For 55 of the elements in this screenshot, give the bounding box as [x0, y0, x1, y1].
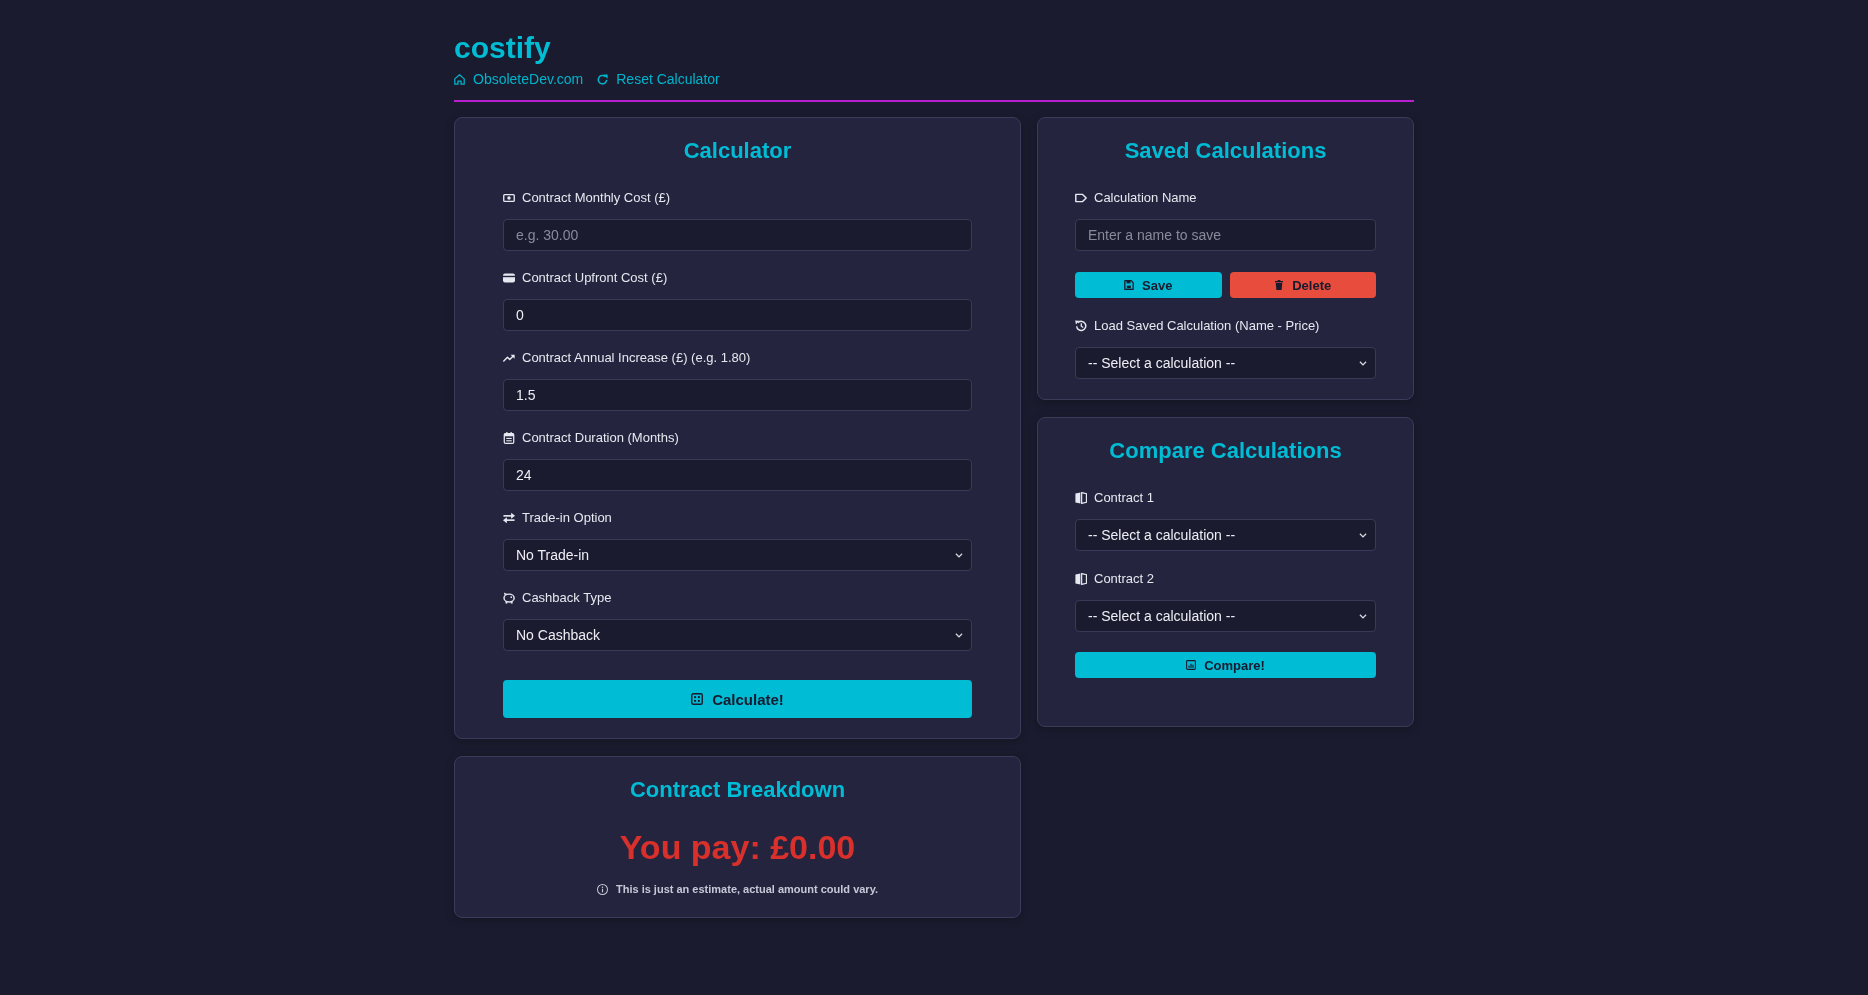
refresh-icon [597, 73, 609, 85]
field-label: Contract Upfront Cost (£) [522, 269, 668, 287]
number-input[interactable]: 0 [503, 299, 972, 331]
swap-arrows-icon [503, 512, 515, 524]
calculator-icon [691, 693, 704, 705]
field-label: Contract 1 [1094, 489, 1154, 507]
field-label: Contract Monthly Cost (£) [522, 189, 671, 207]
dropdown[interactable]: -- Select a calculation -- [1075, 347, 1376, 379]
save-button[interactable]: Save [1075, 272, 1222, 298]
chevron-down-icon [1359, 532, 1367, 538]
chevron-down-icon [1359, 360, 1367, 366]
total-amount: You pay: £0.00 [618, 827, 857, 867]
history-icon [1075, 320, 1087, 332]
reset-link[interactable]: Reset Calculator [597, 69, 720, 89]
number-input[interactable]: 1.5 [503, 379, 972, 411]
field-label: Load Saved Calculation (Name - Price) [1094, 317, 1320, 335]
calculate-button[interactable]: Calculate! [503, 680, 972, 718]
chevron-down-icon [1359, 613, 1367, 619]
home-icon [454, 73, 465, 85]
delete-button[interactable]: Delete [1229, 272, 1376, 298]
book-icon [1075, 492, 1087, 504]
card-icon [503, 272, 515, 284]
card-title: Saved Calculations [1123, 137, 1328, 165]
piggy-bank-icon [503, 592, 515, 604]
app-title: costify [454, 30, 552, 66]
trend-up-icon [503, 352, 515, 364]
trash-icon [1274, 280, 1285, 290]
card-title: Calculator [682, 137, 793, 165]
tag-icon [1075, 192, 1087, 204]
dropdown[interactable]: No Trade-in [503, 539, 972, 571]
dropdown[interactable]: No Cashback [503, 619, 972, 651]
info-icon [596, 883, 608, 895]
chevron-down-icon [955, 632, 963, 638]
compare-button[interactable]: Compare! [1075, 652, 1376, 678]
field-label: Cashback Type [522, 589, 612, 607]
dropdown[interactable]: -- Select a calculation -- [1075, 519, 1376, 551]
field-label: Contract 2 [1094, 570, 1154, 588]
banknote-icon [503, 192, 515, 204]
field-label: Contract Duration (Months) [522, 429, 679, 447]
bar-chart-icon [1186, 660, 1197, 670]
number-input[interactable]: e.g. 30.00 [503, 219, 972, 251]
field-label: Calculation Name [1094, 189, 1197, 207]
field-label: Contract Annual Increase (£) (e.g. 1.80) [522, 349, 751, 367]
name-input[interactable]: Enter a name to save [1075, 219, 1376, 251]
book-icon [1075, 573, 1087, 585]
website-link[interactable]: ObsoleteDev.com [454, 69, 584, 89]
chevron-down-icon [955, 552, 963, 558]
card-title: Compare Calculations [1108, 437, 1343, 465]
number-input[interactable]: 24 [503, 459, 972, 491]
dropdown[interactable]: -- Select a calculation -- [1075, 600, 1376, 632]
calendar-icon [503, 432, 515, 444]
card-title: Contract Breakdown [628, 776, 847, 804]
estimate-note: This is just an estimate, actual amount could vary. [615, 882, 878, 897]
field-label: Trade-in Option [522, 509, 612, 527]
save-icon [1124, 280, 1135, 290]
